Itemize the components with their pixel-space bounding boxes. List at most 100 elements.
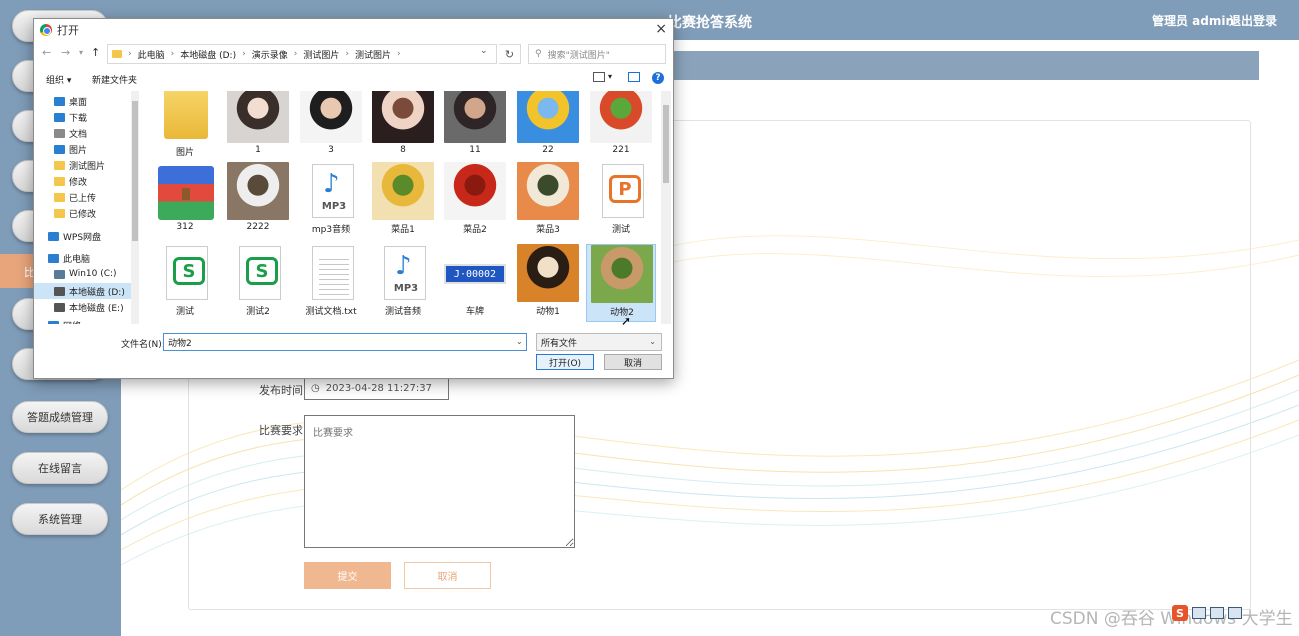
up-arrow-icon[interactable]: ↑ [91, 46, 100, 59]
tray-icon[interactable] [1228, 607, 1242, 619]
nav-pane-item[interactable]: 已上传 [54, 189, 96, 205]
file-item[interactable]: J·00002 车牌 [440, 244, 510, 322]
file-item[interactable]: 菜品3 [513, 162, 583, 240]
address-bar[interactable]: › 此电脑 › 本地磁盘 (D:) › 演示录像 › 测试图片 › 测试图片 › [107, 44, 497, 64]
file-item[interactable]: S 测试 [150, 244, 220, 322]
mouse-cursor-icon: ➚ [621, 314, 632, 328]
nav-pane-item[interactable]: 下载📌 [54, 109, 87, 125]
nav-pane-label: 网络 [63, 319, 81, 325]
file-item[interactable]: 测试文档.txt [296, 244, 366, 322]
file-name: 3 [328, 145, 334, 155]
folder-icon [54, 96, 65, 106]
file-item[interactable]: 11 [440, 91, 510, 163]
logout-link[interactable]: 退出登录 [1229, 12, 1277, 29]
folder-icon [112, 50, 122, 58]
file-item[interactable]: 1 [223, 91, 293, 163]
nav-pane-label: 已上传 [69, 193, 97, 204]
back-arrow-icon[interactable]: ← [42, 46, 51, 59]
nav-pane-item[interactable]: 修改 [54, 173, 87, 189]
requirement-textarea[interactable] [304, 415, 575, 548]
nav-scrollbar[interactable] [131, 91, 139, 324]
dialog-cancel-button[interactable]: 取消 [604, 354, 662, 370]
breadcrumb-item[interactable]: 测试图片 [303, 48, 339, 61]
forward-arrow-icon[interactable]: → [61, 46, 70, 59]
submit-button[interactable]: 提交 [304, 562, 391, 589]
file-name: 312 [176, 222, 194, 232]
publish-time-input[interactable]: ◷ 2023-04-28 11:27:37 [304, 376, 449, 400]
file-name: 8 [400, 145, 406, 155]
file-item[interactable]: 312 [150, 162, 220, 240]
preview-pane-icon[interactable] [628, 72, 640, 82]
nav-pane-item[interactable]: 此电脑 [48, 250, 90, 266]
new-folder-button[interactable]: 新建文件夹 [92, 73, 137, 86]
dialog-title: 打开 [57, 24, 79, 37]
nav-pane-label: 下载 [69, 113, 88, 124]
nav-pane-item[interactable]: 本地磁盘 (D:) [34, 283, 131, 299]
input-method-icon[interactable]: S [1172, 605, 1188, 621]
file-item[interactable]: 2222 [223, 162, 293, 240]
file-item[interactable]: 动物2 [586, 244, 656, 322]
file-item[interactable]: 3 [296, 91, 366, 163]
image-thumbnail [517, 162, 579, 220]
nav-pane-item[interactable]: 测试图片 [54, 157, 105, 173]
filetype-select[interactable]: 所有文件 ⌄ [536, 333, 662, 351]
organize-menu[interactable]: 组织 ▾ [46, 73, 71, 86]
file-item[interactable]: 动物1 [513, 244, 583, 322]
file-item[interactable]: 8 [368, 91, 438, 163]
nav-pane-item[interactable]: 已修改 [54, 205, 96, 221]
folder-icon [164, 91, 208, 139]
view-dropdown-icon[interactable]: ▾ [608, 72, 612, 81]
sidebar-item-system-management[interactable]: 系统管理 [12, 503, 108, 535]
sidebar-item-online-message[interactable]: 在线留言 [12, 452, 108, 484]
file-item[interactable]: ♪ MP3 测试音频 [368, 244, 438, 322]
address-dropdown-icon[interactable]: ⌄ [480, 46, 488, 56]
tray-icon[interactable] [1192, 607, 1206, 619]
open-button[interactable]: 打开(O) [536, 354, 594, 370]
filename-input[interactable]: 动物2 [163, 333, 527, 351]
requirement-label: 比赛要求 [259, 424, 303, 437]
file-scrollbar[interactable] [661, 91, 671, 324]
file-name: 测试 [611, 225, 630, 235]
license-plate-thumbnail: J·00002 [444, 264, 506, 284]
help-icon[interactable]: ? [652, 72, 664, 84]
file-item[interactable]: 221 [586, 91, 656, 163]
breadcrumb-item[interactable]: 测试图片 [355, 48, 391, 61]
breadcrumb-item[interactable]: 本地磁盘 (D:) [180, 48, 236, 61]
recent-chevron-icon[interactable]: ▾ [79, 48, 83, 57]
nav-pane-label: 已修改 [69, 209, 97, 220]
nav-pane-item[interactable]: 网络 [48, 317, 81, 324]
file-item[interactable]: ♪ MP3 mp3音频 [296, 162, 366, 240]
tray-icon[interactable] [1210, 607, 1224, 619]
nav-pane-label: 测试图片 [69, 161, 106, 172]
breadcrumb-item[interactable]: 此电脑 [138, 48, 165, 61]
navigation-row: ← → ▾ ↑ › 此电脑 › 本地磁盘 (D:) › 演示录像 › 测试图片 … [34, 43, 673, 65]
search-input[interactable]: ⚲ 搜索"测试图片" [528, 44, 666, 64]
nav-pane-item[interactable]: WPS网盘 [48, 228, 101, 244]
filename-label: 文件名(N): [121, 340, 165, 350]
folder-icon [54, 112, 65, 122]
file-item[interactable]: 菜品2 [440, 162, 510, 240]
close-icon[interactable]: × [655, 22, 667, 36]
file-item[interactable]: S 测试2 [223, 244, 293, 322]
nav-pane-label: 本地磁盘 (E:) [69, 303, 124, 314]
file-item[interactable]: P 测试 [586, 162, 656, 240]
file-item[interactable]: 图片 [150, 91, 220, 163]
nav-pane-item[interactable]: Win10 (C:) [54, 266, 117, 282]
filename-dropdown-icon[interactable]: ⌄ [516, 337, 523, 346]
file-scroll-thumb[interactable] [663, 105, 669, 183]
audio-file-icon: ♪ MP3 [312, 164, 354, 218]
breadcrumb-item[interactable]: 演示录像 [252, 48, 288, 61]
nav-pane-item[interactable]: 本地磁盘 (E:) [54, 299, 124, 315]
nav-pane-item[interactable]: 桌面📌 [54, 93, 87, 109]
toolbar: 组织 ▾ 新建文件夹 ▾ ? [34, 69, 673, 89]
refresh-icon[interactable]: ↻ [499, 44, 521, 64]
nav-pane-label: 修改 [69, 177, 88, 188]
file-item[interactable]: 22 [513, 91, 583, 163]
cancel-button[interactable]: 取消 [404, 562, 491, 589]
nav-pane-item[interactable]: 图片📌 [54, 141, 87, 157]
sidebar-item-score-management[interactable]: 答题成绩管理 [12, 401, 108, 433]
file-item[interactable]: 菜品1 [368, 162, 438, 240]
nav-pane-item[interactable]: 文档📌 [54, 125, 87, 141]
view-mode-icon[interactable] [593, 72, 605, 82]
nav-scroll-thumb[interactable] [132, 101, 138, 241]
